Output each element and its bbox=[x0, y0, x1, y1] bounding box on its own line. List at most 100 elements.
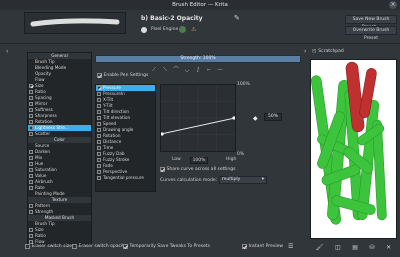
fill-bucket-icon[interactable]: ⛁ bbox=[370, 244, 375, 251]
category-checkbox[interactable] bbox=[29, 126, 33, 130]
curve-presets: ⟋ ⟍ ⌒ ◡ ∫ ⌐ — bbox=[150, 66, 224, 74]
scratchpad-toolbar: 🖌 ◫ ▤ ⛁ ✕ bbox=[310, 241, 397, 253]
scratchpad-strokes bbox=[310, 61, 387, 225]
high-label: High bbox=[226, 157, 237, 162]
sensor-checkbox[interactable] bbox=[97, 110, 101, 114]
fill-icon[interactable]: ◫ bbox=[335, 244, 341, 251]
strength-slider[interactable]: Strength: 100% bbox=[95, 55, 301, 63]
eraser-size-checkbox[interactable] bbox=[25, 244, 30, 249]
curve-preset-step-icon[interactable]: ⌐ bbox=[205, 66, 213, 74]
curve-graph[interactable] bbox=[160, 85, 236, 151]
sensor-checkbox[interactable] bbox=[97, 86, 101, 90]
engine-radio-icon[interactable] bbox=[141, 27, 147, 33]
clear-icon[interactable]: ✕ bbox=[386, 244, 391, 251]
calc-mode-label: Curves calculation mode: bbox=[160, 178, 218, 183]
temp-save-row[interactable]: Temporarily Save Tweaks To Presets bbox=[123, 244, 210, 249]
share-curve-checkbox[interactable] bbox=[160, 167, 165, 172]
enable-pen-label: Enable Pen Settings bbox=[103, 73, 149, 78]
sensor-checkbox[interactable] bbox=[97, 170, 101, 174]
gradient-icon[interactable]: ▤ bbox=[352, 244, 358, 251]
sensor-checkbox[interactable] bbox=[97, 152, 101, 156]
low-label: Low bbox=[172, 157, 181, 162]
category-checkbox[interactable] bbox=[29, 162, 33, 166]
overwrite-preset-button[interactable]: Overwrite Brush Preset bbox=[345, 26, 397, 41]
temp-save-checkbox[interactable] bbox=[123, 244, 128, 249]
save-new-preset-button[interactable]: Save New Brush Preset... bbox=[345, 15, 397, 30]
sensor-checkbox[interactable] bbox=[97, 164, 101, 168]
category-checkbox[interactable] bbox=[29, 84, 33, 88]
collapse-right-icon[interactable]: › bbox=[304, 48, 306, 55]
sensor-checkbox[interactable] bbox=[97, 158, 101, 162]
window-title: Brush Editor — Krita bbox=[0, 0, 400, 10]
calc-mode-select[interactable]: multiply ▾ bbox=[219, 176, 267, 184]
category-checkbox[interactable] bbox=[29, 168, 33, 172]
category-checkbox[interactable] bbox=[29, 156, 33, 160]
curve-point-start[interactable] bbox=[160, 132, 164, 136]
category-checkbox[interactable] bbox=[29, 132, 33, 136]
eraser-size-row[interactable]: Eraser switch size bbox=[25, 244, 72, 249]
instant-preview-label: Instant Preview bbox=[248, 244, 284, 249]
sensor-checkbox[interactable] bbox=[97, 98, 101, 102]
sensor-item[interactable]: Tangential pressure bbox=[96, 175, 155, 181]
category-checkbox[interactable] bbox=[29, 114, 33, 118]
category-checkbox[interactable] bbox=[29, 210, 33, 214]
curve-preset-flat-icon[interactable]: — bbox=[216, 66, 224, 74]
category-checkbox[interactable] bbox=[29, 234, 33, 238]
curve-preset-ease-out-icon[interactable]: ◡ bbox=[183, 66, 191, 74]
temp-save-label: Temporarily Save Tweaks To Presets bbox=[129, 244, 210, 249]
header-separator bbox=[0, 43, 400, 44]
close-icon[interactable]: × bbox=[389, 1, 397, 9]
sensor-checkbox[interactable] bbox=[97, 128, 101, 132]
sensor-checkbox[interactable] bbox=[97, 92, 101, 96]
curve-point-end[interactable] bbox=[232, 116, 236, 120]
engine-type-icon[interactable] bbox=[179, 26, 186, 33]
sensor-checkbox[interactable] bbox=[97, 146, 101, 150]
share-curve-row[interactable]: Share curve across all settings bbox=[160, 167, 235, 172]
pencil-edit-icon[interactable]: ✎ bbox=[234, 14, 242, 22]
eraser-opacity-checkbox[interactable] bbox=[72, 244, 77, 249]
low-value-input[interactable]: 100% bbox=[190, 157, 208, 164]
sensor-checkbox[interactable] bbox=[97, 140, 101, 144]
sensor-checkbox[interactable] bbox=[97, 176, 101, 180]
category-checkbox[interactable] bbox=[29, 102, 33, 106]
enable-pen-settings[interactable]: Enable Pen Settings bbox=[97, 73, 148, 78]
category-label: Scatter bbox=[35, 131, 51, 136]
scratchpad-icon: ◰ bbox=[312, 49, 317, 54]
curve-point-marker[interactable]: ◆ bbox=[253, 115, 258, 122]
curve-preset-linear-icon[interactable]: ⟋ bbox=[150, 66, 158, 74]
paint-brush-icon[interactable]: 🖌 bbox=[316, 244, 324, 251]
category-checkbox[interactable] bbox=[29, 108, 33, 112]
eraser-opacity-label: Eraser switch opacity bbox=[78, 244, 127, 249]
category-checkbox[interactable] bbox=[29, 180, 33, 184]
option-category-list[interactable]: General Brush Tip Blending Mode Opacity Flow… bbox=[27, 52, 92, 245]
chevron-down-icon: ▾ bbox=[261, 177, 264, 182]
collapse-left-icon[interactable]: ‹ bbox=[6, 48, 8, 55]
enable-pen-checkbox[interactable] bbox=[97, 73, 102, 78]
curve-preset-s-icon[interactable]: ∫ bbox=[194, 66, 202, 74]
scratchpad-canvas[interactable] bbox=[310, 59, 397, 239]
category-checkbox[interactable] bbox=[29, 120, 33, 124]
category-checkbox[interactable] bbox=[29, 174, 33, 178]
sensor-checkbox[interactable] bbox=[97, 116, 101, 120]
view-menu-icon[interactable]: ☰ bbox=[288, 243, 293, 250]
sensor-list[interactable]: Pressure PressureIn X-Tilt Y-Tilt Tilt direc… bbox=[95, 84, 156, 192]
curve-editor[interactable] bbox=[160, 84, 236, 152]
curve-value-input[interactable]: 50% bbox=[264, 113, 282, 121]
scratchpad-header: ◰ Scratchpad bbox=[312, 49, 344, 54]
category-checkbox[interactable] bbox=[29, 204, 33, 208]
category-checkbox[interactable] bbox=[29, 96, 33, 100]
instant-preview-row[interactable]: Instant Preview bbox=[242, 244, 283, 249]
sensor-checkbox[interactable] bbox=[97, 104, 101, 108]
category-checkbox[interactable] bbox=[29, 186, 33, 190]
sensor-checkbox[interactable] bbox=[97, 134, 101, 138]
eraser-opacity-row[interactable]: Eraser switch opacity bbox=[72, 244, 127, 249]
sensor-checkbox[interactable] bbox=[97, 122, 101, 126]
curve-preset-ease-in-icon[interactable]: ⌒ bbox=[172, 66, 180, 74]
curve-preset-reverse-icon[interactable]: ⟍ bbox=[161, 66, 169, 74]
category-checkbox[interactable] bbox=[29, 228, 33, 232]
instant-preview-checkbox[interactable] bbox=[242, 244, 247, 249]
sensor-label: Tangential pressure bbox=[103, 175, 144, 180]
curve-top-label: 100% bbox=[237, 82, 250, 87]
category-checkbox[interactable] bbox=[29, 150, 33, 154]
category-checkbox[interactable] bbox=[29, 90, 33, 94]
